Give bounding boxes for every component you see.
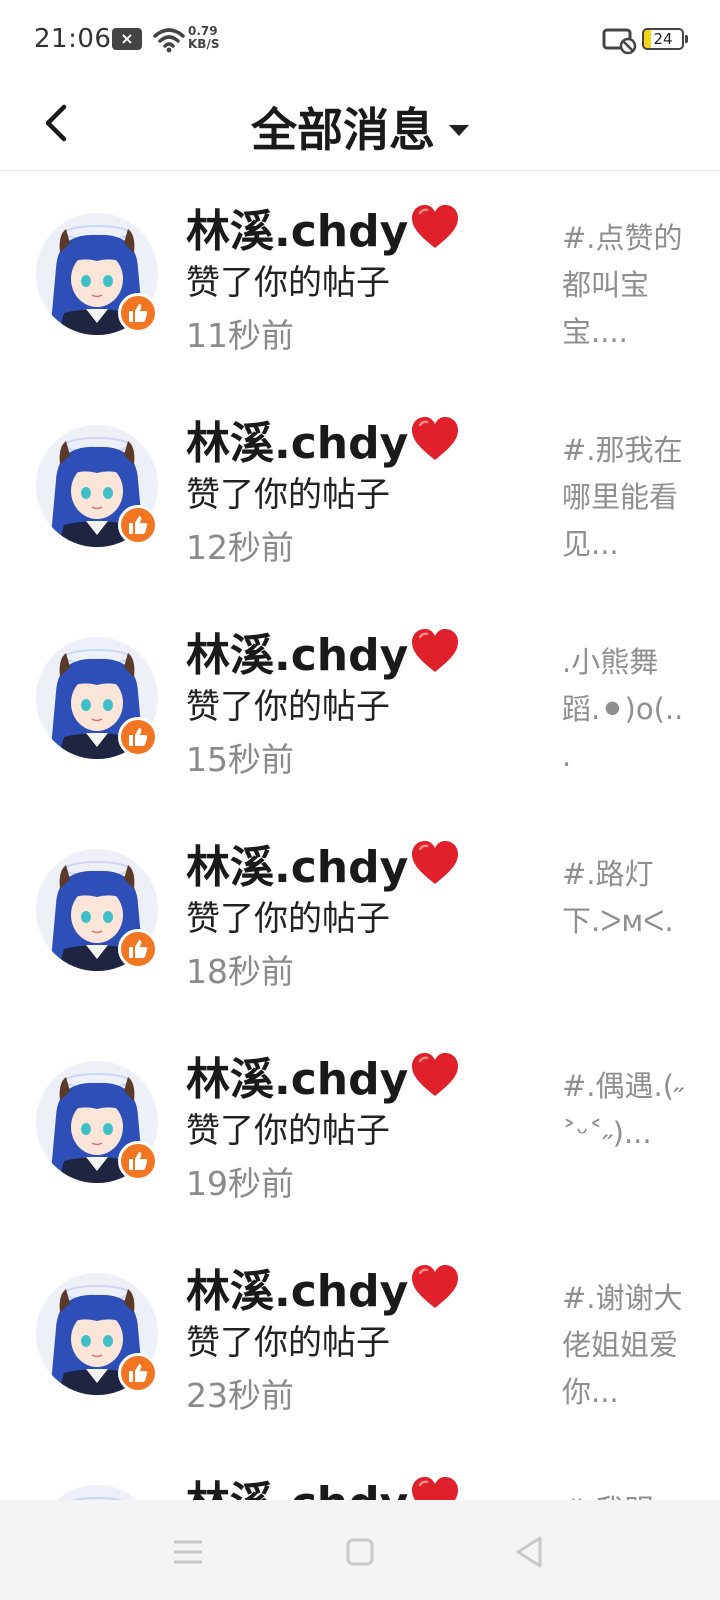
action-text: 赞了你的帖子 [186,263,390,303]
post-preview[interactable]: #.偶遇.(˶˃ᵕ˂˶)... [562,1063,690,1201]
network-speed-unit: KB/S [188,37,220,51]
thumbs-up-icon [129,1152,148,1170]
sender-name[interactable]: 林溪.chdy [186,1467,460,1500]
like-badge [118,929,158,969]
status-bar: 21:06 × 0.79 KB/S 24 [0,0,720,80]
sender-name[interactable]: 林溪.chdy [186,1255,460,1319]
avatar[interactable] [36,425,158,547]
notification-item[interactable]: 林溪.chdy 赞了你的帖子 #.我明 [0,1443,720,1500]
timestamp: 15秒前 [186,740,294,779]
like-badge [118,717,158,757]
notification-item[interactable]: 林溪.chdy 赞了你的帖子 15秒前 .小熊舞蹈.⚫)o(.. . [0,595,720,807]
sender-name[interactable]: 林溪.chdy [186,195,460,259]
sender-name-text: 林溪.chdy [186,630,409,681]
system-nav-bar [0,1500,720,1600]
post-preview[interactable]: #.点赞的都叫宝宝.... [562,215,690,353]
back-triangle-icon[interactable] [510,1532,550,1572]
sender-name-text: 林溪.chdy [186,1054,409,1105]
sender-name-text: 林溪.chdy [186,842,409,893]
avatar[interactable] [36,1061,158,1183]
notification-item[interactable]: 林溪.chdy 赞了你的帖子 11秒前 #.点赞的都叫宝宝.... [0,171,720,383]
heart-icon [412,1477,459,1500]
heart-icon [412,1265,459,1308]
action-text: 赞了你的帖子 [186,899,390,939]
battery-indicator: 24 [642,28,688,50]
thumbs-up-icon [129,940,148,958]
timestamp: 12秒前 [186,528,294,567]
avatar[interactable] [36,1485,158,1500]
status-time: 21:06 [34,24,112,54]
thumbs-up-icon [129,728,148,746]
post-preview[interactable]: #.那我在哪里能看见... [562,427,690,565]
thumbs-up-icon [129,1364,148,1382]
like-badge [118,1353,158,1393]
sender-name[interactable]: 林溪.chdy [186,619,460,683]
post-preview[interactable]: .小熊舞蹈.⚫)o(.. . [562,639,690,777]
avatar[interactable] [36,849,158,971]
cast-icon [602,28,637,55]
thumbs-up-icon [129,304,148,322]
sender-name[interactable]: 林溪.chdy [186,407,460,471]
timestamp: 11秒前 [186,316,294,355]
post-preview[interactable]: #.路灯下.ᐳᴍᐸ. [562,851,690,989]
network-speed: 0.79 KB/S [188,25,228,51]
heart-icon [412,205,459,248]
sender-name-text: 林溪.chdy [186,418,409,469]
sender-name-text: 林溪.chdy [186,1467,408,1500]
header: 全部消息 [0,80,720,171]
like-badge [118,293,158,333]
title-dropdown[interactable]: 全部消息 [0,94,720,160]
notification-item[interactable]: 林溪.chdy 赞了你的帖子 18秒前 #.路灯下.ᐳᴍᐸ. [0,807,720,1019]
notification-item[interactable]: 林溪.chdy 赞了你的帖子 23秒前 #.谢谢大佬姐姐爱你... [0,1231,720,1443]
home-square-icon[interactable] [340,1532,380,1572]
heart-icon [412,841,459,884]
action-text: 赞了你的帖子 [186,1323,390,1363]
caret-down-icon [449,124,469,136]
heart-icon [412,417,459,460]
avatar[interactable] [36,637,158,759]
menu-icon[interactable] [168,1532,208,1572]
timestamp: 18秒前 [186,952,294,991]
avatar[interactable] [36,1273,158,1395]
like-badge [118,505,158,545]
page-title: 全部消息 [251,103,435,157]
close-square-icon: × [112,28,142,50]
post-preview[interactable]: #.谢谢大佬姐姐爱你... [562,1275,690,1413]
sender-name-text: 林溪.chdy [186,206,409,257]
action-text: 赞了你的帖子 [186,475,390,515]
sender-name-text: 林溪.chdy [186,1266,409,1317]
avatar-illustration [36,1485,158,1500]
post-preview[interactable]: #.我明 [562,1487,690,1500]
sender-name[interactable]: 林溪.chdy [186,1043,460,1107]
notification-item[interactable]: 林溪.chdy 赞了你的帖子 12秒前 #.那我在哪里能看见... [0,383,720,595]
timestamp: 23秒前 [186,1376,294,1415]
thumbs-up-icon [129,516,148,534]
avatar[interactable] [36,213,158,335]
action-text: 赞了你的帖子 [186,1111,390,1151]
like-badge [118,1141,158,1181]
action-text: 赞了你的帖子 [186,687,390,727]
wifi-icon [153,28,185,53]
heart-icon [412,1053,459,1096]
notification-item[interactable]: 林溪.chdy 赞了你的帖子 19秒前 #.偶遇.(˶˃ᵕ˂˶)... [0,1019,720,1231]
sender-name[interactable]: 林溪.chdy [186,831,460,895]
heart-icon [412,629,459,672]
timestamp: 19秒前 [186,1164,294,1203]
notification-list[interactable]: 林溪.chdy 赞了你的帖子 11秒前 #.点赞的都叫宝宝.... 林溪.chd… [0,171,720,1500]
